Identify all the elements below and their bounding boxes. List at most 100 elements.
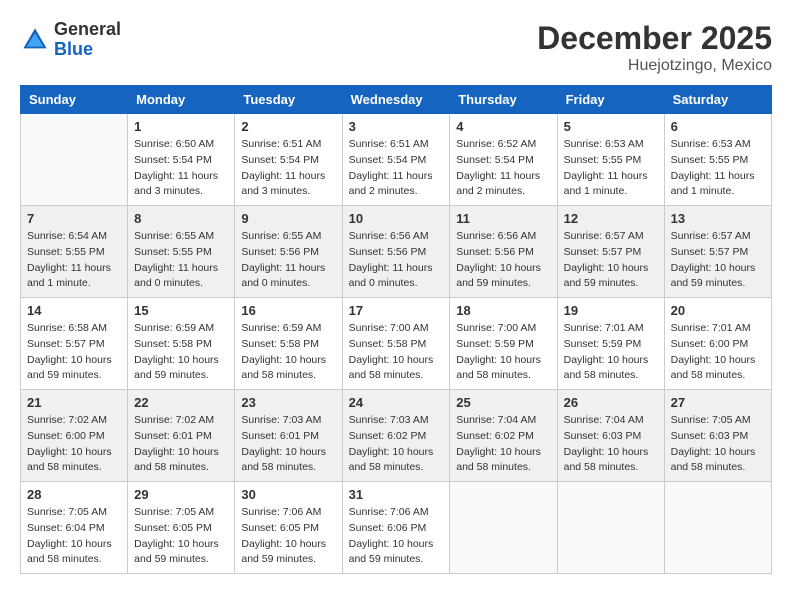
daylight-text: Daylight: 11 hours and 0 minutes.: [241, 262, 325, 290]
table-row: 18 Sunrise: 7:00 AM Sunset: 5:59 PM Dayl…: [450, 298, 557, 390]
sunset-text: Sunset: 6:06 PM: [349, 522, 427, 534]
sunrise-text: Sunrise: 6:55 AM: [241, 230, 321, 242]
sunset-text: Sunset: 5:58 PM: [349, 338, 427, 350]
daylight-text: Daylight: 10 hours and 58 minutes.: [134, 446, 219, 474]
sunrise-text: Sunrise: 6:57 AM: [564, 230, 644, 242]
sunrise-text: Sunrise: 6:53 AM: [564, 138, 644, 150]
sunset-text: Sunset: 6:02 PM: [456, 430, 534, 442]
sunrise-text: Sunrise: 6:51 AM: [241, 138, 321, 150]
header-friday: Friday: [557, 86, 664, 114]
day-number: 29: [134, 487, 228, 502]
day-number: 15: [134, 303, 228, 318]
day-info: Sunrise: 6:55 AM Sunset: 5:55 PM Dayligh…: [134, 229, 228, 292]
day-number: 21: [27, 395, 121, 410]
daylight-text: Daylight: 10 hours and 59 minutes.: [27, 354, 112, 382]
daylight-text: Daylight: 10 hours and 59 minutes.: [134, 354, 219, 382]
sunrise-text: Sunrise: 6:56 AM: [456, 230, 536, 242]
title-block: December 2025 Huejotzingo, Mexico: [537, 20, 772, 75]
day-info: Sunrise: 7:06 AM Sunset: 6:06 PM Dayligh…: [349, 505, 444, 568]
daylight-text: Daylight: 11 hours and 0 minutes.: [134, 262, 218, 290]
day-info: Sunrise: 7:02 AM Sunset: 6:00 PM Dayligh…: [27, 413, 121, 476]
sunrise-text: Sunrise: 6:50 AM: [134, 138, 214, 150]
day-info: Sunrise: 7:00 AM Sunset: 5:59 PM Dayligh…: [456, 321, 550, 384]
day-number: 1: [134, 119, 228, 134]
table-row: [557, 482, 664, 574]
day-number: 26: [564, 395, 658, 410]
sunrise-text: Sunrise: 7:05 AM: [134, 506, 214, 518]
sunrise-text: Sunrise: 7:01 AM: [671, 322, 751, 334]
table-row: 24 Sunrise: 7:03 AM Sunset: 6:02 PM Dayl…: [342, 390, 450, 482]
daylight-text: Daylight: 10 hours and 58 minutes.: [456, 354, 541, 382]
sunset-text: Sunset: 5:55 PM: [564, 154, 642, 166]
daylight-text: Daylight: 10 hours and 59 minutes.: [349, 538, 434, 566]
sunrise-text: Sunrise: 7:02 AM: [134, 414, 214, 426]
day-number: 3: [349, 119, 444, 134]
sunset-text: Sunset: 5:58 PM: [134, 338, 212, 350]
table-row: 25 Sunrise: 7:04 AM Sunset: 6:02 PM Dayl…: [450, 390, 557, 482]
table-row: 4 Sunrise: 6:52 AM Sunset: 5:54 PM Dayli…: [450, 114, 557, 206]
table-row: [450, 482, 557, 574]
sunset-text: Sunset: 6:00 PM: [671, 338, 749, 350]
day-number: 25: [456, 395, 550, 410]
day-info: Sunrise: 7:02 AM Sunset: 6:01 PM Dayligh…: [134, 413, 228, 476]
daylight-text: Daylight: 10 hours and 58 minutes.: [671, 446, 756, 474]
weekday-header-row: Sunday Monday Tuesday Wednesday Thursday…: [21, 86, 772, 114]
table-row: 9 Sunrise: 6:55 AM Sunset: 5:56 PM Dayli…: [235, 206, 342, 298]
daylight-text: Daylight: 10 hours and 58 minutes.: [671, 354, 756, 382]
table-row: 7 Sunrise: 6:54 AM Sunset: 5:55 PM Dayli…: [21, 206, 128, 298]
sunset-text: Sunset: 6:03 PM: [564, 430, 642, 442]
daylight-text: Daylight: 10 hours and 58 minutes.: [349, 354, 434, 382]
day-number: 4: [456, 119, 550, 134]
page-header: General Blue December 2025 Huejotzingo, …: [20, 20, 772, 75]
day-info: Sunrise: 6:54 AM Sunset: 5:55 PM Dayligh…: [27, 229, 121, 292]
day-info: Sunrise: 7:03 AM Sunset: 6:01 PM Dayligh…: [241, 413, 335, 476]
sunrise-text: Sunrise: 7:06 AM: [349, 506, 429, 518]
table-row: 20 Sunrise: 7:01 AM Sunset: 6:00 PM Dayl…: [664, 298, 771, 390]
sunset-text: Sunset: 5:54 PM: [241, 154, 319, 166]
sunset-text: Sunset: 5:58 PM: [241, 338, 319, 350]
day-info: Sunrise: 7:01 AM Sunset: 5:59 PM Dayligh…: [564, 321, 658, 384]
calendar-week-row: 28 Sunrise: 7:05 AM Sunset: 6:04 PM Dayl…: [21, 482, 772, 574]
table-row: 31 Sunrise: 7:06 AM Sunset: 6:06 PM Dayl…: [342, 482, 450, 574]
table-row: 15 Sunrise: 6:59 AM Sunset: 5:58 PM Dayl…: [128, 298, 235, 390]
daylight-text: Daylight: 11 hours and 2 minutes.: [349, 170, 433, 198]
table-row: 28 Sunrise: 7:05 AM Sunset: 6:04 PM Dayl…: [21, 482, 128, 574]
day-number: 19: [564, 303, 658, 318]
day-info: Sunrise: 6:56 AM Sunset: 5:56 PM Dayligh…: [349, 229, 444, 292]
table-row: 29 Sunrise: 7:05 AM Sunset: 6:05 PM Dayl…: [128, 482, 235, 574]
day-number: 11: [456, 211, 550, 226]
daylight-text: Daylight: 11 hours and 1 minute.: [27, 262, 111, 290]
day-info: Sunrise: 6:51 AM Sunset: 5:54 PM Dayligh…: [349, 137, 444, 200]
day-number: 9: [241, 211, 335, 226]
header-sunday: Sunday: [21, 86, 128, 114]
day-number: 17: [349, 303, 444, 318]
day-info: Sunrise: 6:52 AM Sunset: 5:54 PM Dayligh…: [456, 137, 550, 200]
day-number: 8: [134, 211, 228, 226]
sunrise-text: Sunrise: 7:05 AM: [27, 506, 107, 518]
day-number: 2: [241, 119, 335, 134]
sunset-text: Sunset: 6:02 PM: [349, 430, 427, 442]
daylight-text: Daylight: 10 hours and 59 minutes.: [564, 262, 649, 290]
table-row: 27 Sunrise: 7:05 AM Sunset: 6:03 PM Dayl…: [664, 390, 771, 482]
month-title: December 2025: [537, 20, 772, 57]
sunset-text: Sunset: 6:05 PM: [134, 522, 212, 534]
header-saturday: Saturday: [664, 86, 771, 114]
day-number: 22: [134, 395, 228, 410]
sunrise-text: Sunrise: 7:03 AM: [241, 414, 321, 426]
sunrise-text: Sunrise: 7:03 AM: [349, 414, 429, 426]
table-row: 16 Sunrise: 6:59 AM Sunset: 5:58 PM Dayl…: [235, 298, 342, 390]
calendar-week-row: 7 Sunrise: 6:54 AM Sunset: 5:55 PM Dayli…: [21, 206, 772, 298]
sunset-text: Sunset: 5:57 PM: [671, 246, 749, 258]
sunset-text: Sunset: 6:03 PM: [671, 430, 749, 442]
sunrise-text: Sunrise: 7:02 AM: [27, 414, 107, 426]
daylight-text: Daylight: 11 hours and 3 minutes.: [241, 170, 325, 198]
day-number: 23: [241, 395, 335, 410]
table-row: 17 Sunrise: 7:00 AM Sunset: 5:58 PM Dayl…: [342, 298, 450, 390]
table-row: 14 Sunrise: 6:58 AM Sunset: 5:57 PM Dayl…: [21, 298, 128, 390]
sunset-text: Sunset: 5:55 PM: [671, 154, 749, 166]
day-info: Sunrise: 7:04 AM Sunset: 6:03 PM Dayligh…: [564, 413, 658, 476]
daylight-text: Daylight: 10 hours and 58 minutes.: [241, 446, 326, 474]
sunset-text: Sunset: 5:54 PM: [349, 154, 427, 166]
location: Huejotzingo, Mexico: [537, 57, 772, 75]
table-row: 2 Sunrise: 6:51 AM Sunset: 5:54 PM Dayli…: [235, 114, 342, 206]
